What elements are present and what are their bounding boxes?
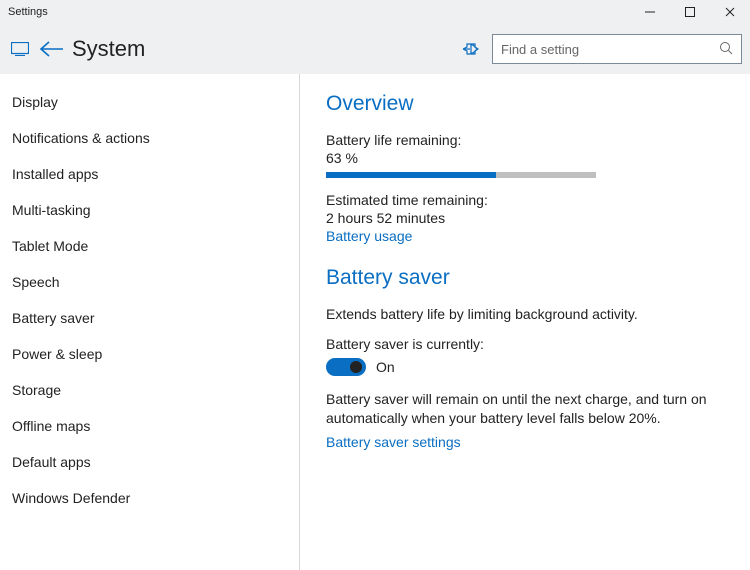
sidebar-item-label: Power & sleep xyxy=(12,346,102,362)
sidebar-item-label: Multi-tasking xyxy=(12,202,91,218)
back-button[interactable] xyxy=(32,40,72,58)
window-title: Settings xyxy=(8,6,630,18)
battery-saver-toggle[interactable] xyxy=(326,358,366,376)
battery-saver-toggle-state: On xyxy=(376,359,395,375)
sidebar-item-label: Offline maps xyxy=(12,418,90,434)
sidebar-item-notifications[interactable]: Notifications & actions xyxy=(0,120,299,156)
sidebar-item-power-sleep[interactable]: Power & sleep xyxy=(0,336,299,372)
minimize-button[interactable] xyxy=(630,0,670,24)
sidebar-item-installed-apps[interactable]: Installed apps xyxy=(0,156,299,192)
battery-saver-status-label: Battery saver is currently: xyxy=(326,336,724,352)
battery-progress-fill xyxy=(326,172,496,178)
battery-saver-settings-link[interactable]: Battery saver settings xyxy=(326,434,724,450)
sidebar-item-battery-saver[interactable]: Battery saver xyxy=(0,300,299,336)
pin-icon[interactable] xyxy=(456,42,486,56)
sidebar-item-speech[interactable]: Speech xyxy=(0,264,299,300)
sidebar-item-windows-defender[interactable]: Windows Defender xyxy=(0,480,299,516)
sidebar-item-multitasking[interactable]: Multi-tasking xyxy=(0,192,299,228)
est-time-label: Estimated time remaining: xyxy=(326,192,724,208)
battery-saver-desc: Extends battery life by limiting backgro… xyxy=(326,306,724,322)
sidebar-item-label: Display xyxy=(12,94,58,110)
toggle-knob xyxy=(350,361,362,373)
search-input[interactable] xyxy=(501,42,719,57)
battery-saver-heading: Battery saver xyxy=(326,266,724,290)
maximize-button[interactable] xyxy=(670,0,710,24)
main-pane: Overview Battery life remaining: 63 % Es… xyxy=(300,74,750,570)
sidebar-item-offline-maps[interactable]: Offline maps xyxy=(0,408,299,444)
sidebar-item-tablet-mode[interactable]: Tablet Mode xyxy=(0,228,299,264)
sidebar-item-label: Installed apps xyxy=(12,166,98,182)
sidebar-item-label: Speech xyxy=(12,274,59,290)
close-button[interactable] xyxy=(710,0,750,24)
titlebar: Settings xyxy=(0,0,750,24)
battery-usage-link[interactable]: Battery usage xyxy=(326,228,724,244)
battery-saver-note: Battery saver will remain on until the n… xyxy=(326,390,724,428)
content: Display Notifications & actions Installe… xyxy=(0,74,750,570)
sidebar-item-default-apps[interactable]: Default apps xyxy=(0,444,299,480)
search-box[interactable] xyxy=(492,34,742,64)
sidebar-item-label: Default apps xyxy=(12,454,91,470)
battery-progress xyxy=(326,172,596,178)
sidebar: Display Notifications & actions Installe… xyxy=(0,74,300,570)
search-icon xyxy=(719,41,733,58)
battery-remaining-label: Battery life remaining: xyxy=(326,132,724,148)
sidebar-item-label: Windows Defender xyxy=(12,490,130,506)
sidebar-item-label: Notifications & actions xyxy=(12,130,150,146)
sidebar-item-label: Tablet Mode xyxy=(12,238,88,254)
sidebar-item-label: Storage xyxy=(12,382,61,398)
sidebar-item-label: Battery saver xyxy=(12,310,94,326)
header: System xyxy=(0,24,750,74)
battery-remaining-value: 63 % xyxy=(326,150,724,166)
page-title: System xyxy=(72,36,456,62)
sidebar-item-storage[interactable]: Storage xyxy=(0,372,299,408)
system-category-icon xyxy=(8,42,32,56)
sidebar-item-display[interactable]: Display xyxy=(0,84,299,120)
overview-heading: Overview xyxy=(326,92,724,116)
est-time-value: 2 hours 52 minutes xyxy=(326,210,724,226)
